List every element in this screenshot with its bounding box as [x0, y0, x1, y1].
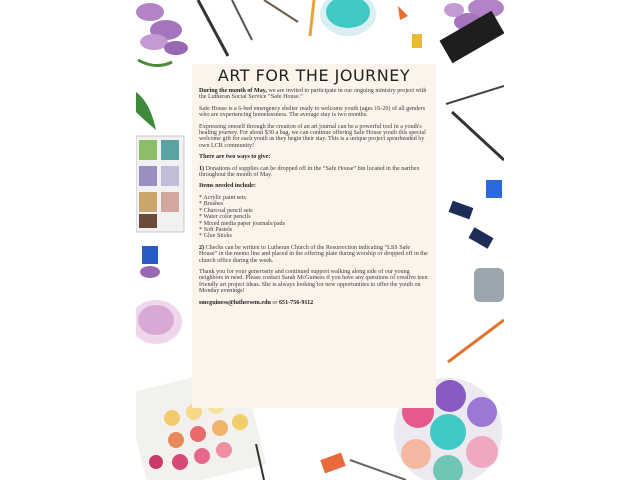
- flyer-body: During the month of May, we are invited …: [199, 88, 429, 311]
- brush-right-1: [445, 85, 504, 105]
- ways-heading: There are two ways to give:: [199, 154, 429, 160]
- items-heading-text: Items needed include:: [199, 183, 256, 190]
- blue-tube-left: [142, 246, 158, 264]
- orange-brush-tip: [398, 6, 408, 20]
- brush-right-2: [450, 110, 504, 162]
- brushes-top: [196, 0, 316, 57]
- small-tube: [412, 34, 422, 48]
- flyer-title: ART FOR THE JOURNEY: [217, 66, 411, 85]
- contact-phone: 651-756-9112: [278, 299, 314, 306]
- teal-paint-jar: [320, 0, 376, 36]
- lavender-top-left: [136, 3, 188, 67]
- items-list: * Acrylic paint sets * Brushes * Charcoa…: [199, 195, 429, 240]
- gray-jar: [474, 268, 504, 302]
- items-heading: Items needed include:: [199, 183, 429, 189]
- lavender-left: [140, 266, 160, 278]
- orange-brush-right: [447, 318, 504, 364]
- contact-email: smcguiness@luthersem.edu: [199, 299, 271, 306]
- dark-tube-1: [448, 200, 474, 220]
- way-two-text: Checks can be written to Lutheran Church…: [199, 244, 428, 264]
- journal-paragraph: Expressing oneself through the creation …: [199, 123, 426, 149]
- dark-tube-2: [468, 227, 494, 249]
- watercolor-palette-left: [136, 135, 185, 233]
- way-one-text: Donations of supplies can be dropped off…: [199, 165, 420, 179]
- leaf-left: [136, 92, 156, 130]
- safe-house-paragraph: Safe House is a 6-bed emergency shelter …: [199, 105, 426, 119]
- way-two: 2) Checks can be written to Lutheran Chu…: [199, 245, 429, 264]
- orange-tube-bottom: [320, 452, 346, 474]
- way-one: 1) Donations of supplies can be dropped …: [199, 166, 429, 179]
- contact-separator: or: [270, 299, 279, 306]
- blue-tube-right: [486, 180, 502, 198]
- list-item: * Glue Sticks: [199, 233, 232, 240]
- ways-heading-text: There are two ways to give:: [199, 154, 271, 161]
- thanks-paragraph: Thank you for your generosity and contin…: [199, 268, 428, 295]
- pink-cup: [136, 300, 182, 344]
- brush-bottom-2: [349, 459, 407, 480]
- poster: ART FOR THE JOURNEY During the month of …: [136, 0, 504, 480]
- intro-paragraph: During the month of May, we are invited …: [199, 88, 429, 101]
- contact-line: smcguiness@luthersem.edu or 651-756-9112: [199, 300, 429, 306]
